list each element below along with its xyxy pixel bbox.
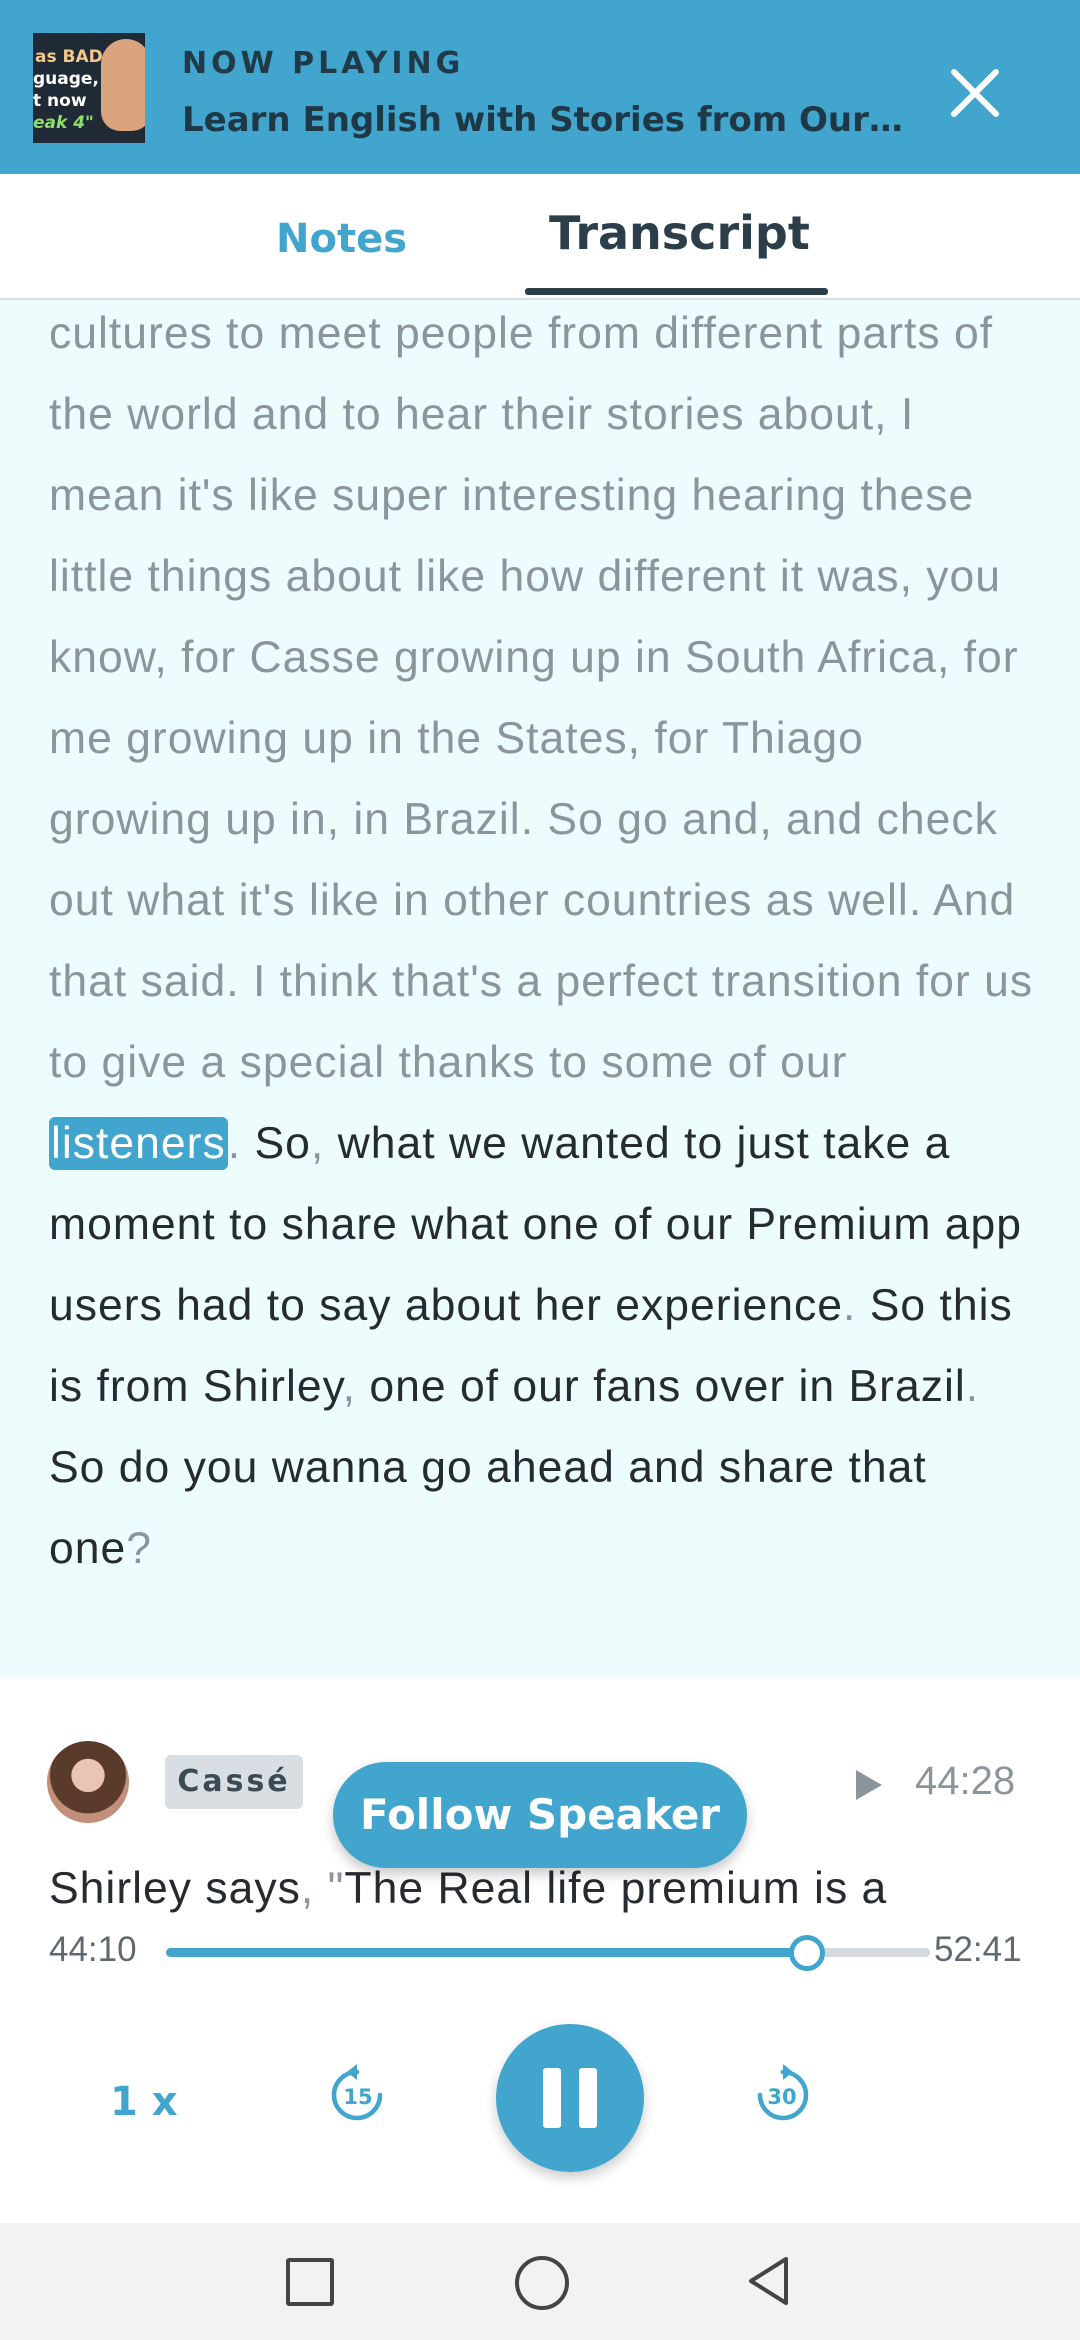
close-icon[interactable] xyxy=(944,62,1006,124)
transcript-upcoming-segment: , xyxy=(310,1119,338,1168)
episode-thumbnail[interactable]: as BAD at guage, t now eak 4" xyxy=(33,33,145,143)
pause-bar-right xyxy=(579,2068,597,2128)
transcript-upcoming-segment: , xyxy=(342,1362,370,1411)
progress-scrubber[interactable] xyxy=(789,1935,826,1971)
pause-button[interactable] xyxy=(496,2024,644,2172)
progress-track[interactable] xyxy=(166,1935,930,1971)
home-icon[interactable] xyxy=(515,2256,569,2310)
current-line-segment: Shirley says xyxy=(49,1864,301,1913)
svg-text:30: 30 xyxy=(767,2085,796,2109)
now-playing-label: NOW PLAYING xyxy=(182,46,465,81)
transcript-upcoming-segment: . xyxy=(227,1119,255,1168)
transcript-text: cultures to meet people from different p… xyxy=(49,300,1039,1589)
now-playing-header: as BAD at guage, t now eak 4" NOW PLAYIN… xyxy=(0,0,1080,174)
transcript-upcoming-segment: ? xyxy=(126,1524,152,1573)
speaker-avatar xyxy=(47,1741,129,1823)
thumbnail-line-3: t now xyxy=(33,91,87,111)
back-icon[interactable] xyxy=(746,2255,792,2307)
elapsed-time: 44:10 xyxy=(49,1930,137,1969)
tab-bar: Notes Transcript xyxy=(0,174,1080,300)
total-time: 52:41 xyxy=(934,1930,1022,1969)
thumbnail-line-4: eak 4" xyxy=(33,113,94,133)
progress-fill xyxy=(166,1948,807,1957)
episode-title[interactable]: Learn English with Stories from Our ... xyxy=(182,100,912,140)
transcript-upcoming-segment: So xyxy=(254,1119,311,1168)
system-nav-bar xyxy=(0,2223,1080,2340)
playback-speed-button[interactable]: 1 x xyxy=(110,2079,178,2125)
transcript-upcoming-segment: . xyxy=(965,1362,980,1411)
follow-speaker-button[interactable]: Follow Speaker xyxy=(333,1762,747,1868)
svg-text:15: 15 xyxy=(343,2085,372,2109)
transcript-upcoming-segment: one of our fans over in Brazil xyxy=(369,1362,966,1411)
skip-back-15-icon[interactable]: 15 xyxy=(322,2060,392,2130)
current-line-segment: " xyxy=(327,1864,345,1913)
thumbnail-line-2: guage, xyxy=(33,69,99,89)
transcript-upcoming-segment: So do you wanna go ahead and share that … xyxy=(49,1443,927,1573)
active-tab-indicator xyxy=(525,288,828,295)
speaker-name-badge: Cassé xyxy=(165,1755,303,1809)
transcript-played-text: cultures to meet people from different p… xyxy=(49,309,1034,1087)
transcript-upcoming-segment: . xyxy=(842,1281,870,1330)
current-line-segment: , xyxy=(300,1864,328,1913)
current-transcript-line: Shirley says, "The Real life premium is … xyxy=(49,1864,1049,1914)
current-line-segment: The Real life premium is a xyxy=(344,1864,888,1913)
play-segment-icon[interactable] xyxy=(856,1770,882,1800)
transcript-current-word[interactable]: listeners xyxy=(49,1117,228,1170)
tab-notes[interactable]: Notes xyxy=(276,216,407,262)
segment-timestamp: 44:28 xyxy=(915,1759,1016,1803)
tab-transcript[interactable]: Transcript xyxy=(549,206,810,260)
pause-bar-left xyxy=(543,2068,561,2128)
transcript-panel[interactable]: cultures to meet people from different p… xyxy=(0,300,1080,1678)
audio-player: Cassé 44:28 Shirley says, "The Real life… xyxy=(0,1678,1080,2223)
transcript-upcoming-text: . So, what we wanted to just take a mome… xyxy=(49,1119,1022,1573)
skip-forward-30-icon[interactable]: 30 xyxy=(748,2060,818,2130)
host-photo xyxy=(101,39,145,131)
recents-icon[interactable] xyxy=(286,2258,334,2306)
